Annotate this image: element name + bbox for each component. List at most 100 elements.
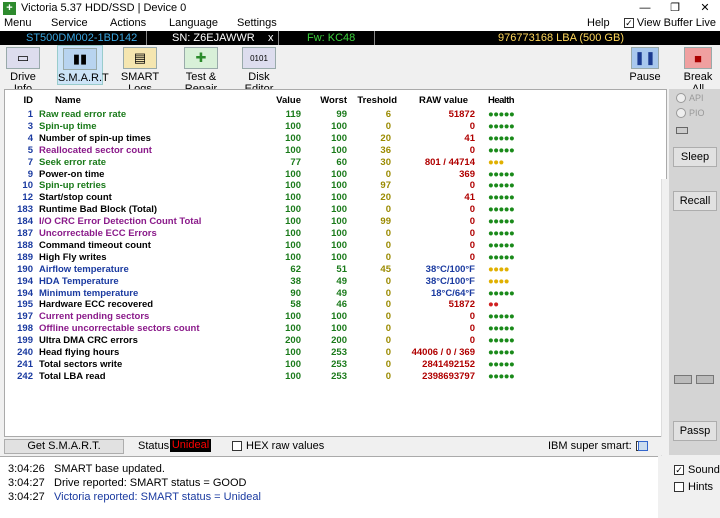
attr-value: 62	[290, 263, 301, 275]
header-name[interactable]: Name	[55, 95, 81, 107]
test-repair-button[interactable]: ✚ Test & Repair	[172, 45, 230, 95]
table-row[interactable]: 198 Offline uncorrectable sectors count 10…	[5, 323, 668, 335]
attr-threshold: 0	[385, 299, 391, 311]
hints-toggle[interactable]: Hints	[674, 481, 713, 493]
hints-checkbox[interactable]	[674, 482, 684, 492]
attr-id: 194	[17, 275, 33, 287]
menu-language[interactable]: Language	[169, 17, 218, 29]
table-row[interactable]: 1 Raw read error rate 119 99 6 51872 ●●●●●	[5, 109, 668, 121]
attr-value: 58	[290, 299, 301, 311]
table-row[interactable]: 3 Spin-up time 100 100 0 0 ●●●●●	[5, 121, 668, 133]
drive-x: x	[268, 32, 274, 44]
mini-button-right[interactable]	[696, 375, 714, 384]
table-row[interactable]: 189 High Fly writes 100 100 0 0 ●●●●●	[5, 252, 668, 264]
attr-threshold: 0	[385, 239, 391, 251]
api-radio[interactable]: API	[676, 93, 704, 103]
attr-value: 77	[290, 156, 301, 168]
smart-button[interactable]: ▮▮ S.M.A.R.T	[57, 45, 109, 85]
attr-health: ●●●●	[488, 263, 509, 275]
get-smart-button[interactable]: Get S.M.A.R.T.	[4, 439, 124, 454]
attr-threshold: 0	[385, 311, 391, 323]
maximize-button[interactable]: ❐	[660, 0, 690, 16]
menu-service[interactable]: Service	[51, 17, 88, 29]
table-row[interactable]: 184 I/O CRC Error Detection Count Total 10…	[5, 216, 668, 228]
table-row[interactable]: 195 Hardware ECC recovered 58 46 0 51872 ●●	[5, 299, 668, 311]
table-row[interactable]: 4 Number of spin-up times 100 100 20 41 ●●●●●	[5, 133, 668, 145]
table-row[interactable]: 190 Airflow temperature 62 51 45 38°C/100°F ●●…	[5, 264, 668, 276]
recall-button[interactable]: Recall	[673, 191, 717, 211]
menu-help[interactable]: Help	[587, 17, 610, 29]
pio-radio[interactable]: PIO	[676, 108, 705, 118]
table-row[interactable]: 240 Head flying hours 100 253 0 44006 / 0 / 3…	[5, 347, 668, 359]
table-row[interactable]: 194 Minimum temperature 90 49 0 18°C/64°F ●●●●…	[5, 288, 668, 300]
table-row[interactable]: 10 Spin-up retries 100 100 97 0 ●●●●●	[5, 180, 668, 192]
header-value[interactable]: Value	[271, 95, 301, 107]
table-row[interactable]: 188 Command timeout count 100 100 0 0 ●●●●●	[5, 240, 668, 252]
attr-value: 100	[285, 311, 301, 323]
attr-value: 100	[285, 120, 301, 132]
header-raw[interactable]: RAW value	[419, 95, 468, 107]
table-row[interactable]: 199 Ultra DMA CRC errors 200 200 0 0 ●●●●●	[5, 335, 668, 347]
header-threshold[interactable]: Treshold	[357, 95, 397, 107]
attr-worst: 49	[336, 275, 347, 287]
attr-health: ●●●●●	[488, 335, 515, 347]
menu-menu[interactable]: Menu	[4, 17, 32, 29]
pause-button[interactable]: ❚❚ Pause	[629, 45, 661, 85]
hints-label: Hints	[688, 481, 714, 493]
view-buffer-live-toggle[interactable]: View Buffer Live	[623, 17, 716, 29]
drive-info-button[interactable]: ▭ Drive Info	[2, 45, 44, 95]
menu-actions[interactable]: Actions	[110, 17, 146, 29]
log-scrollbar[interactable]	[658, 456, 669, 518]
attr-name: Raw read error rate	[39, 109, 127, 120]
disk-editor-button[interactable]: 0101 Disk Editor	[236, 45, 282, 95]
table-row[interactable]: 194 HDA Temperature 38 49 0 38°C/100°F ●●●●	[5, 276, 668, 288]
attr-threshold: 0	[385, 358, 391, 370]
break-all-button[interactable]: ■ Break All	[678, 45, 718, 95]
header-id[interactable]: ID	[11, 95, 34, 107]
attr-name: Airflow temperature	[39, 263, 129, 275]
radio-circle	[676, 108, 686, 118]
table-row[interactable]: 197 Current pending sectors 100 100 0 0 ●●●●●	[5, 311, 668, 323]
minimize-button[interactable]: —	[630, 0, 660, 16]
close-button[interactable]: ✕	[690, 0, 720, 16]
table-row[interactable]: 12 Start/stop count 100 100 20 41 ●●●●●	[5, 192, 668, 204]
passp-button[interactable]: Passp	[673, 421, 717, 441]
attr-threshold: 0	[385, 204, 391, 216]
attr-value: 100	[285, 144, 301, 156]
sound-checkbox[interactable]	[674, 465, 684, 475]
attr-id: 195	[17, 299, 33, 311]
table-row[interactable]: 7 Seek error rate 77 60 30 801 / 44714 ●●●	[5, 157, 668, 169]
log-text: SMART base updated.	[54, 463, 165, 475]
header-health[interactable]: Health	[488, 95, 515, 107]
menu-settings[interactable]: Settings	[237, 17, 277, 29]
attr-id: 241	[17, 358, 33, 370]
view-buffer-label: View Buffer Live	[636, 17, 716, 29]
attr-name: Number of spin-up times	[39, 132, 151, 144]
ibm-super-smart-toggle[interactable]: IBM super smart:	[548, 440, 646, 452]
hex-raw-toggle[interactable]: HEX raw values	[232, 440, 324, 452]
attr-value: 100	[285, 323, 301, 335]
attr-value: 100	[285, 216, 301, 228]
view-buffer-checkbox[interactable]	[623, 18, 634, 28]
attr-id: 7	[27, 156, 33, 168]
mini-button-left[interactable]	[674, 375, 692, 384]
sleep-button[interactable]: Sleep	[673, 147, 717, 167]
table-row[interactable]: 187 Uncorrectable ECC Errors 100 100 0 0 ●●●●●	[5, 228, 668, 240]
attr-value: 100	[285, 168, 301, 180]
color-indicator[interactable]	[638, 441, 648, 451]
table-row[interactable]: 242 Total LBA read 100 253 0 2398693797 ●●●●●	[5, 371, 668, 383]
sound-toggle[interactable]: Sound	[674, 464, 720, 476]
hex-checkbox[interactable]	[232, 441, 242, 451]
header-worst[interactable]: Worst	[315, 95, 347, 107]
attr-id: 10	[22, 180, 33, 192]
smart-logs-button[interactable]: ▤ SMART Logs	[113, 45, 167, 95]
indicator-toggle[interactable]	[676, 127, 688, 134]
table-row[interactable]: 241 Total sectors write 100 253 0 2841492152 ●…	[5, 359, 668, 371]
table-row[interactable]: 9 Power-on time 100 100 0 369 ●●●●●	[5, 169, 668, 181]
table-row[interactable]: 183 Runtime Bad Block (Total) 100 100 0 0 ●●●●…	[5, 204, 668, 216]
table-row[interactable]: 5 Reallocated sector count 100 100 36 0 ●●●●●	[5, 145, 668, 157]
attr-threshold: 0	[385, 168, 391, 180]
attr-id: 194	[17, 287, 33, 299]
attr-worst: 60	[336, 156, 347, 168]
toolbar: ▭ Drive Info ▮▮ S.M.A.R.T ▤ SMART Logs ✚…	[0, 45, 720, 95]
